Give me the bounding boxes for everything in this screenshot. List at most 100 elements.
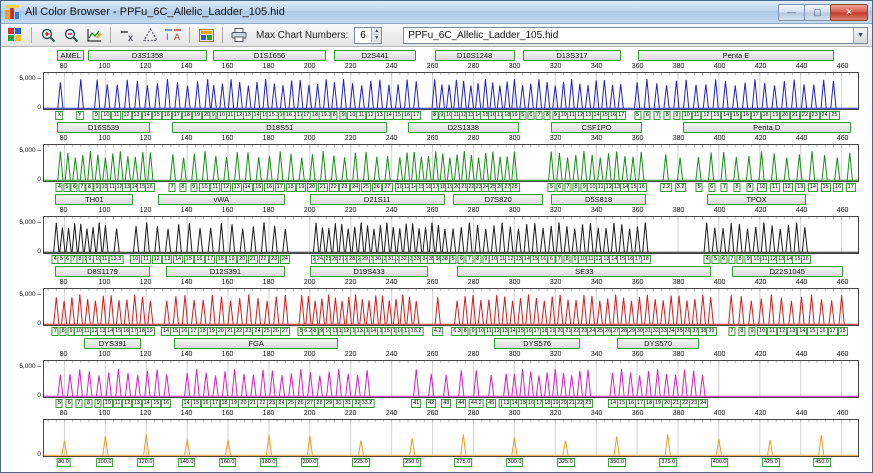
allele-label: 18 (837, 327, 848, 336)
print-icon[interactable] (229, 26, 249, 44)
maximize-button[interactable]: ▢ (804, 3, 831, 21)
allele-label: 11 (141, 255, 151, 264)
allele-label: 7 (168, 183, 176, 192)
electropherogram-magenta[interactable] (43, 360, 859, 398)
file-select-combobox[interactable]: PPFu_6C_Allelic_Ladder_105.hid ▼ (403, 26, 868, 44)
channel-strip-blue: AMEL D3S1358 D1S1656 D2S441 D10S1248 D13S317 P… (1, 49, 872, 121)
all-color-icon[interactable] (5, 26, 25, 44)
electropherogram-green[interactable] (43, 144, 859, 182)
compare-traces-icon[interactable]: I A (163, 26, 183, 44)
spinner-down-icon[interactable]: ▼ (372, 35, 382, 42)
marker-row-blue: AMEL D3S1358 D1S1656 D2S441 D10S1248 D13S317 P… (43, 49, 859, 62)
marker-box-d8s1179[interactable]: D8S1179 (55, 266, 150, 277)
electropherogram-red[interactable] (43, 288, 859, 326)
y-axis-min-label: 0 (37, 248, 41, 255)
marker-box-d5s818[interactable]: D5S818 (551, 194, 646, 205)
marker-box-d18s51[interactable]: D18S51 (172, 122, 388, 133)
allele-label: 5 (634, 111, 642, 120)
channel-strip-red: D8S1179 D12S391 D19S433 SE33 D22S1045 80 100 12… (1, 265, 872, 337)
axis-tick-label: 460 (836, 410, 849, 417)
axis-row-green: 80 100 120 140 160 180 200 220 240 260 280 300 320 34… (43, 134, 859, 144)
axis-tick-label: 380 (672, 135, 685, 142)
allele-label: 15 (820, 183, 831, 192)
axis-tick-label: 420 (754, 351, 767, 358)
trace-green (44, 151, 858, 180)
max-chart-numbers-spinner[interactable]: 6 ▲ ▼ (354, 26, 383, 44)
marker-box-d21s11[interactable]: D21S11 (309, 194, 445, 205)
overlay-triangle-icon[interactable] (140, 26, 160, 44)
allele-label: 17 (845, 183, 856, 192)
allele-label: 15 (807, 327, 818, 336)
minimize-button[interactable]: — (778, 3, 805, 21)
marker-box-penta-e[interactable]: Penta E (637, 50, 835, 61)
marker-box-dys570[interactable]: DYS570 (617, 338, 700, 349)
toolbar-separator (189, 27, 190, 43)
electropherogram-blue[interactable] (43, 72, 859, 110)
allele-label: 24 (279, 255, 290, 264)
marker-box-d1s1656[interactable]: D1S1656 (213, 50, 326, 61)
trace-orange (44, 434, 858, 455)
allele-label: 5 (547, 183, 555, 192)
allele-label: 15 (151, 111, 162, 120)
marker-box-d19s433[interactable]: D19S433 (309, 266, 429, 277)
marker-box-d22s1045[interactable]: D22S1045 (731, 266, 843, 277)
allele-label: 13 (231, 183, 242, 192)
allele-label: 11 (111, 111, 122, 120)
allele-label: 12 (782, 183, 793, 192)
axis-tick-label: 80 (59, 207, 68, 214)
allele-label: 7 (535, 111, 543, 120)
spinner-up-icon[interactable]: ▲ (372, 28, 382, 35)
allele-label: 3.2 (674, 183, 687, 192)
close-button[interactable]: ✕ (830, 3, 868, 21)
marker-box-d2s441[interactable]: D2S441 (334, 50, 417, 61)
marker-box-d10s1248[interactable]: D10S1248 (434, 50, 515, 61)
allele-label: 10 (757, 327, 768, 336)
marker-box-d16s539[interactable]: D16S539 (57, 122, 150, 133)
axis-tick-label: 300 (508, 351, 521, 358)
axis-tick-label: 360 (631, 410, 644, 417)
allele-label: 8 (572, 183, 580, 192)
axis-tick-label: 260 (426, 135, 439, 142)
marker-box-amel[interactable]: AMEL (57, 50, 84, 61)
allele-label: 10 (102, 399, 113, 408)
zoom-out-icon[interactable] (61, 26, 81, 44)
marker-box-d2s1338[interactable]: D2S1338 (407, 122, 519, 133)
allele-label: 19 (296, 183, 307, 192)
marker-box-th01[interactable]: TH01 (55, 194, 134, 205)
edit-chart-icon[interactable] (84, 26, 104, 44)
axis-tick-label: 220 (344, 207, 357, 214)
allele-label: 13 (787, 327, 798, 336)
axis-tick-label: 100 (98, 207, 111, 214)
axis-tick-label: 440 (795, 207, 808, 214)
marker-box-penta-d[interactable]: Penta D (682, 122, 851, 133)
axis-tick-label: 320 (549, 135, 562, 142)
axis-tick-label: 80 (59, 410, 68, 417)
allele-label: 16 (833, 183, 844, 192)
marker-box-vwa[interactable]: vWA (157, 194, 285, 205)
axis-row-black: 80 100 120 140 160 180 200 220 240 260 280 300 320 34… (43, 206, 859, 216)
marker-box-csf1po[interactable]: CSF1PO (551, 122, 642, 133)
window-title: All Color Browser - PPFu_6C_Allelic_Ladd… (25, 6, 285, 18)
marker-box-tpox[interactable]: TPOX (707, 194, 806, 205)
axis-tick-label: 460 (836, 63, 849, 70)
electropherogram-orange[interactable] (43, 419, 859, 457)
allele-label: 5 (63, 183, 71, 192)
marker-box-dys576[interactable]: DYS576 (494, 338, 581, 349)
marker-box-d13s317[interactable]: D13S317 (522, 50, 622, 61)
electropherogram-black[interactable] (43, 216, 859, 254)
zoom-in-icon[interactable] (38, 26, 58, 44)
marker-box-d7s820[interactable]: D7S820 (453, 194, 544, 205)
allele-label: 7 (728, 255, 736, 264)
axis-tick-label: 100 (98, 63, 111, 70)
marker-box-fga[interactable]: FGA (174, 338, 339, 349)
snapshot-icon[interactable] (196, 26, 216, 44)
allele-label: 21 (317, 183, 328, 192)
marker-box-d12s391[interactable]: D12S391 (166, 266, 285, 277)
allele-label: 42 (426, 399, 437, 408)
marker-box-dys391[interactable]: DYS391 (84, 338, 142, 349)
remove-x-icon[interactable]: x (117, 26, 137, 44)
chart-wrap-black: 5,000 – 0 (19, 216, 859, 255)
marker-box-d3s1358[interactable]: D3S1358 (88, 50, 207, 61)
chevron-down-icon[interactable]: ▼ (853, 27, 867, 43)
marker-box-se33[interactable]: SE33 (457, 266, 712, 277)
